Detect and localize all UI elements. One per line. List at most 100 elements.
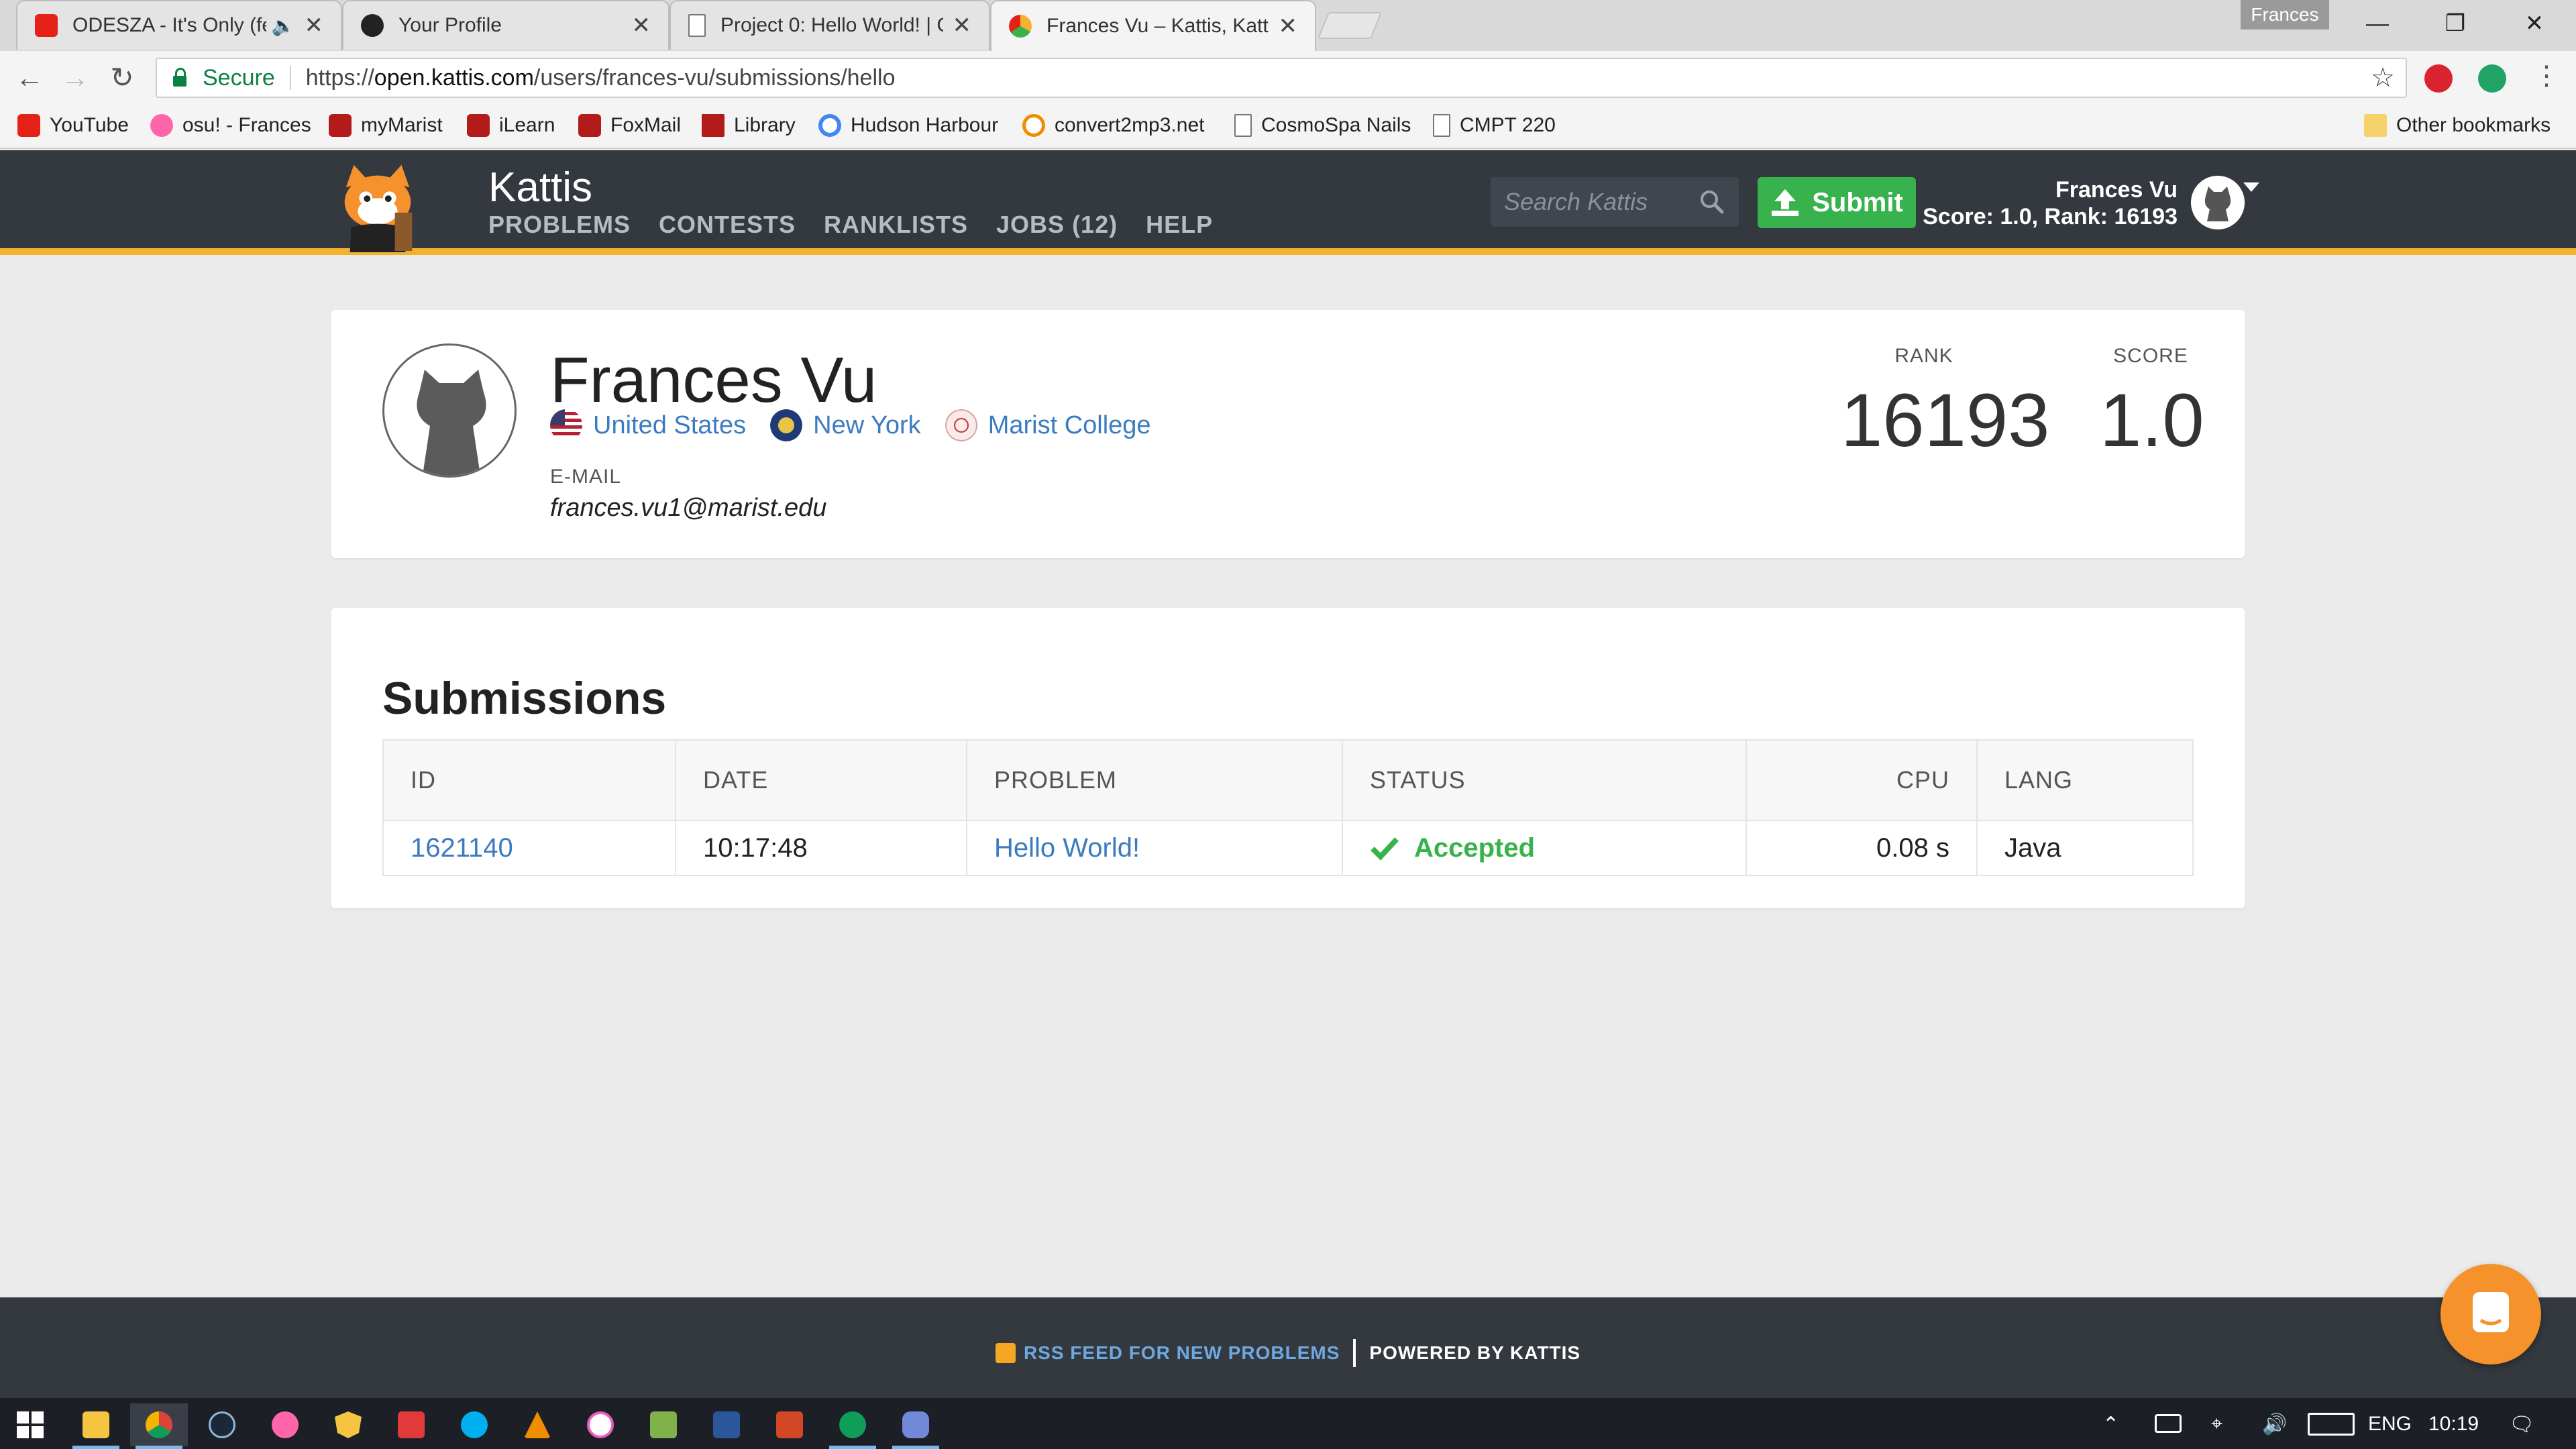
col-id[interactable]: ID [382,739,676,821]
nav-jobs[interactable]: JOBS (12) [996,211,1118,239]
minimize-icon[interactable]: — [2339,0,2416,47]
rss-feed-link[interactable]: RSS FEED FOR NEW PROBLEMS [1024,1342,1340,1364]
forward-icon[interactable]: → [58,60,93,95]
chrome-menu-icon[interactable]: ⋮ [2533,60,2560,91]
close-icon[interactable]: ✕ [1279,13,1298,40]
cell-cpu: 0.08 s [1746,820,1978,876]
submission-id-link[interactable]: 1621140 [411,833,513,863]
college-link[interactable]: Marist College [945,409,1151,441]
chevron-up-icon[interactable]: ⌃ [2102,1413,2119,1436]
address-bar[interactable]: Secure https://open.kattis.com/users/fra… [156,58,2407,98]
bookmark-foxmail[interactable]: FoxMail [578,114,681,137]
bookmark-cmpt220[interactable]: CMPT 220 [1433,114,1556,137]
main-nav: PROBLEMS CONTESTS RANKLISTS JOBS (12) HE… [488,211,1213,239]
tab-your-profile[interactable]: Your Profile ✕ [342,0,669,50]
state-link[interactable]: New York [770,409,921,441]
kattis-cat-logo-icon[interactable] [331,161,424,254]
close-icon[interactable]: ✕ [953,12,972,39]
chat-icon [2473,1292,2509,1332]
bookmark-star-icon[interactable]: ☆ [2371,62,2395,93]
notifications-icon[interactable]: 🗨 [2509,1413,2534,1436]
windows-start-icon[interactable] [1,1403,59,1446]
user-dropdown-chevron-icon[interactable] [2243,182,2259,192]
file-explorer-icon[interactable] [67,1403,125,1449]
vlc-icon[interactable] [508,1403,566,1446]
shield-icon[interactable] [319,1403,377,1446]
speaker-icon[interactable]: 🔈 [272,15,295,37]
nav-help[interactable]: HELP [1146,211,1213,239]
language-indicator[interactable]: ENG [2368,1413,2412,1436]
bookmark-ilearn[interactable]: iLearn [467,114,555,137]
powerpoint-icon[interactable] [761,1403,818,1446]
search-icon[interactable] [1699,189,1725,215]
nav-contests[interactable]: CONTESTS [659,211,796,239]
chrome-logo-icon [146,1411,172,1438]
bookmark-library[interactable]: Library [702,114,796,137]
tab-project-0[interactable]: Project 0: Hello World! | C ✕ [669,0,990,50]
col-status[interactable]: STATUS [1342,739,1747,821]
email-value: frances.vu1@marist.edu [550,494,827,522]
bookmark-label: Library [734,114,796,136]
skype-icon[interactable] [445,1403,503,1446]
reload-icon[interactable]: ↻ [105,60,140,95]
chrome-profile-badge[interactable]: Frances [2241,0,2329,30]
hangouts-icon[interactable] [824,1403,881,1449]
notepad-icon[interactable] [635,1403,692,1446]
clock[interactable]: 10:19 [2428,1413,2479,1436]
tab-odesza[interactable]: ODESZA - It's Only (fe 🔈 ✕ [16,0,342,50]
bookmark-convert2mp3[interactable]: convert2mp3.net [1022,114,1204,137]
nav-ranklists[interactable]: RANKLISTS [824,211,968,239]
keyboard-icon[interactable] [2308,1413,2355,1436]
folder-icon [83,1411,109,1438]
tab-kattis[interactable]: Frances Vu – Kattis, Katti ✕ [990,0,1316,51]
steam-icon[interactable] [193,1403,251,1446]
discord-icon[interactable] [887,1403,945,1449]
itunes-icon[interactable] [572,1403,629,1446]
cell-date: 10:17:48 [675,820,967,876]
osu-icon[interactable] [256,1403,314,1446]
shield-logo-icon [335,1411,362,1438]
windows-taskbar: ⌃ ⌖ 🔊 ENG 10:19 🗨 [0,1398,2576,1449]
game-icon[interactable] [382,1403,440,1446]
col-lang[interactable]: LANG [1976,739,2194,821]
new-tab-button[interactable] [1317,12,1383,39]
bookmark-mymarist[interactable]: myMarist [329,114,443,137]
opera-extension-icon[interactable] [2424,64,2453,93]
problem-link[interactable]: Hello World! [994,833,1140,863]
tab-title: Project 0: Hello World! | C [720,14,943,36]
powered-by-link[interactable]: POWERED BY KATTIS [1369,1342,1580,1364]
grammarly-extension-icon[interactable] [2478,64,2506,93]
search-input[interactable] [1504,188,1699,216]
close-icon[interactable]: ✕ [305,12,324,39]
skype-logo-icon [461,1411,488,1438]
submit-button[interactable]: Submit [1758,177,1916,228]
bookmark-youtube[interactable]: YouTube [17,114,129,137]
chrome-icon[interactable] [130,1403,188,1449]
bookmark-cosmospa[interactable]: CosmoSpa Nails [1234,114,1411,137]
wifi-icon[interactable]: ⌖ [2211,1413,2222,1436]
col-problem[interactable]: PROBLEM [966,739,1343,821]
score-value: 1.0 [2100,378,2204,462]
country-link[interactable]: United States [550,409,746,441]
back-icon[interactable]: ← [12,60,47,95]
kattis-brand[interactable]: Kattis [488,164,592,211]
chat-launcher-button[interactable] [2440,1264,2541,1364]
bookmark-osu[interactable]: osu! - Frances [150,114,311,137]
folder-icon [2364,114,2387,137]
word-icon[interactable] [698,1403,755,1446]
close-icon[interactable]: ✕ [632,12,651,39]
url-text[interactable]: https://open.kattis.com/users/frances-vu… [306,65,2371,91]
col-cpu[interactable]: CPU [1746,739,1978,821]
user-avatar[interactable] [2191,176,2245,229]
nav-problems[interactable]: PROBLEMS [488,211,631,239]
header-user-name[interactable]: Frances Vu [1919,177,2178,203]
battery-icon[interactable] [2155,1414,2182,1433]
volume-icon[interactable]: 🔊 [2262,1413,2287,1436]
col-date[interactable]: DATE [675,739,967,821]
bookmark-label: YouTube [50,114,129,136]
restore-icon[interactable]: ❐ [2416,0,2494,47]
bookmark-hudson-harbour[interactable]: Hudson Harbour [818,114,998,137]
bookmark-other[interactable]: Other bookmarks [2364,114,2551,137]
rank-value: 16193 [1841,378,2050,462]
window-close-icon[interactable]: ✕ [2496,0,2573,47]
